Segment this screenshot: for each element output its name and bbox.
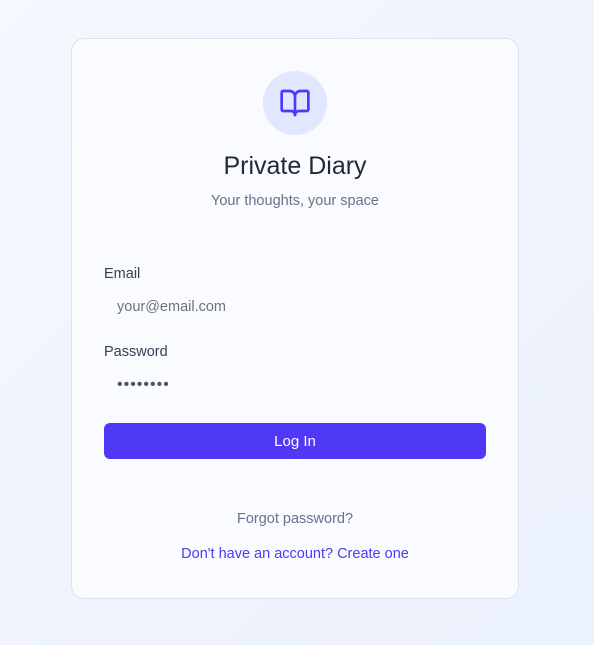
login-card: Private Diary Your thoughts, your space … — [71, 38, 519, 599]
login-button[interactable]: Log In — [104, 423, 486, 459]
email-field[interactable] — [104, 290, 486, 324]
page-subtitle: Your thoughts, your space — [211, 193, 379, 209]
password-field[interactable] — [104, 368, 486, 402]
create-account-link[interactable]: Don't have an account? Create one — [72, 546, 518, 562]
email-label: Email — [104, 266, 141, 282]
forgot-password-link[interactable]: Forgot password? — [72, 511, 518, 527]
open-book-icon — [280, 89, 310, 117]
password-label: Password — [104, 344, 168, 360]
page-title: Private Diary — [223, 152, 367, 180]
logo-badge — [263, 71, 327, 135]
